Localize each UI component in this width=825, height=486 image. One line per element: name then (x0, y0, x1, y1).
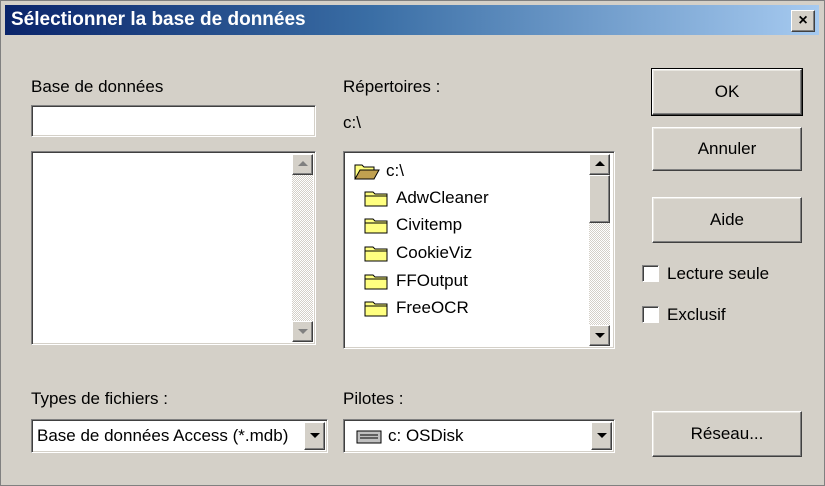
arrow-down-icon (595, 333, 605, 338)
database-label: Base de données (31, 77, 164, 96)
folder-icon (364, 301, 388, 317)
chevron-down-icon (310, 433, 320, 438)
network-button[interactable]: Réseau... (652, 411, 802, 457)
select-database-dialog: Sélectionner la base de données × Base d… (0, 0, 825, 486)
database-list[interactable] (31, 151, 316, 345)
directories-label: Répertoires : (343, 77, 441, 96)
directory-item-freeocr[interactable]: FreeOCR (364, 295, 469, 321)
folder-icon (364, 218, 388, 234)
ok-button[interactable]: OK (651, 68, 803, 116)
database-name-input[interactable] (31, 105, 316, 137)
close-button[interactable]: × (791, 10, 815, 32)
directory-item-root[interactable]: c:\ (354, 158, 404, 184)
folder-icon (364, 274, 388, 290)
drive-icon (356, 430, 382, 444)
dialog-title: Sélectionner la base de données (11, 9, 306, 30)
arrow-up-icon (595, 161, 605, 166)
arrow-up-icon (298, 161, 308, 166)
exclusive-label: Exclusif (667, 305, 726, 324)
directory-item-label: CookieViz (396, 243, 473, 262)
open-folder-icon (354, 164, 380, 180)
scroll-up-button[interactable] (589, 154, 610, 175)
help-button[interactable]: Aide (652, 197, 802, 243)
cancel-button[interactable]: Annuler (652, 127, 802, 171)
scroll-thumb[interactable] (589, 175, 610, 223)
drives-select[interactable]: c: OSDisk (343, 419, 615, 453)
title-bar[interactable]: Sélectionner la base de données × (5, 5, 819, 35)
folder-icon (364, 246, 388, 262)
read-only-label: Lecture seule (667, 264, 770, 283)
read-only-checkbox[interactable] (642, 265, 659, 282)
directory-item-label: Civitemp (396, 215, 463, 234)
scroll-down-button[interactable] (292, 321, 313, 342)
directory-list-scrollbar[interactable] (589, 154, 610, 346)
directory-item-label: c:\ (386, 161, 404, 180)
chevron-down-icon (597, 433, 607, 438)
current-path: c:\ (343, 113, 361, 132)
directory-item-civitemp[interactable]: Civitemp (364, 212, 462, 238)
directory-item-label: FreeOCR (396, 298, 469, 317)
file-types-value: Base de données Access (*.mdb) (37, 426, 289, 445)
directory-item-adwcleaner[interactable]: AdwCleaner (364, 185, 489, 211)
file-types-select[interactable]: Base de données Access (*.mdb) (31, 419, 328, 453)
file-types-label: Types de fichiers : (31, 389, 169, 408)
drives-label: Pilotes : (343, 389, 404, 408)
directory-item-label: FFOutput (396, 271, 468, 290)
folder-icon (364, 191, 388, 207)
exclusive-checkbox[interactable] (642, 306, 659, 323)
directory-item-label: AdwCleaner (396, 188, 489, 207)
scroll-down-button[interactable] (589, 325, 610, 346)
directory-item-ffoutput[interactable]: FFOutput (364, 268, 468, 294)
database-list-scrollbar[interactable] (292, 154, 313, 342)
directory-list[interactable]: c:\ AdwCleaner Civitemp CookieViz FFOutp… (343, 151, 615, 349)
arrow-down-icon (298, 329, 308, 334)
drives-value: c: OSDisk (388, 426, 464, 445)
scroll-up-button[interactable] (292, 154, 313, 175)
drives-dropdown-button[interactable] (591, 422, 612, 450)
close-icon: × (798, 12, 808, 29)
file-types-dropdown-button[interactable] (304, 422, 325, 450)
directory-item-cookieviz[interactable]: CookieViz (364, 240, 472, 266)
